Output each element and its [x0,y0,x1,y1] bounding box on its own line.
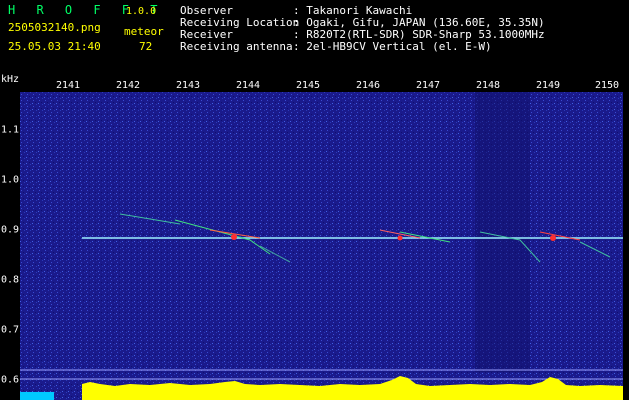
spectrogram-background [20,92,623,400]
x-tick: 2142 [115,80,141,91]
cyan-baseline [20,392,54,400]
hrofft-window: H R O F F T 1.0.0 2505032140.png meteor … [0,0,629,400]
y-tick: 0.7 [0,324,19,336]
x-tick: 2143 [175,80,201,91]
y-tick: 0.9 [0,224,19,236]
meteor-head [397,235,403,241]
x-tick: 2141 [55,80,81,91]
y-tick: 0.8 [0,274,19,286]
version-label: 1.0.0 [126,6,157,17]
datetime-label: 25.05.03 21:40 [8,40,101,53]
meteor-head [231,234,237,240]
y-tick: 0.6 [0,374,19,386]
meteor-head [550,235,556,241]
x-tick: 2150 [594,80,620,91]
x-tick: 2144 [235,80,261,91]
x-tick: 2145 [295,80,321,91]
spectrogram [20,92,623,400]
y-tick: 1.0 [0,174,19,186]
meteor-count: 72 [139,40,153,53]
info-value-antenna: : 2el-HB9CV Vertical (el. E-W) [293,40,492,53]
y-tick: 1.1 [0,124,19,136]
x-tick: 2146 [355,80,381,91]
filename-label: 2505032140.png [8,21,101,34]
meteor-label: meteor [124,25,164,38]
info-label-antenna: Receiving antenna [180,40,293,53]
x-tick: 2147 [415,80,441,91]
x-tick: 2148 [475,80,501,91]
x-tick: 2149 [535,80,561,91]
y-axis-unit: kHz [1,74,20,85]
